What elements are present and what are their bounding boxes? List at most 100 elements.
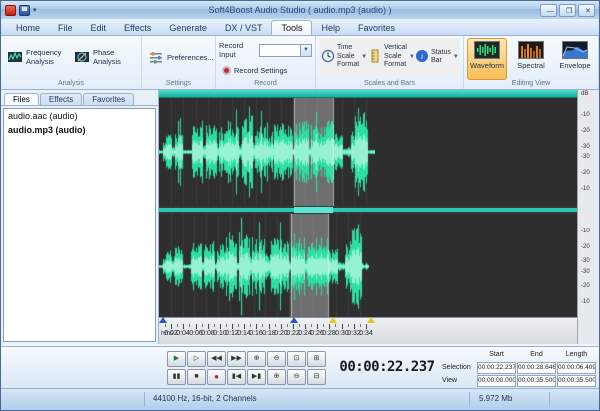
- time-display: 00:00:22.237: [335, 359, 439, 375]
- play-file-button[interactable]: ▷: [187, 351, 206, 367]
- stop-button[interactable]: ■: [187, 369, 206, 385]
- ruler-minor-tick: [262, 324, 263, 327]
- group-label-scales: Scales and Bars: [316, 78, 463, 89]
- envelope-view-icon: [562, 41, 588, 59]
- db-tick-label: -30: [581, 154, 590, 160]
- zoom-in-vertical-button[interactable]: ⊕: [267, 369, 286, 385]
- save-icon[interactable]: [19, 5, 30, 16]
- db-tick-label: -30: [581, 144, 590, 150]
- db-scale: dB-10-20-30-30-20-10-10-20-30-30-20-10: [577, 90, 599, 344]
- db-tick-label: -20: [581, 170, 590, 176]
- selection-start-marker-icon[interactable]: [290, 317, 298, 323]
- preferences-button[interactable]: Preferences...: [145, 38, 212, 76]
- group-label-settings: Settings: [142, 78, 215, 89]
- step-forward-button[interactable]: ▶▶: [227, 351, 246, 367]
- ruler-tick: [244, 324, 245, 329]
- close-button[interactable]: ✕: [578, 4, 595, 17]
- status-bar-button[interactable]: i Status Bar ▼: [413, 38, 460, 76]
- view-end-value[interactable]: 00:00:35.500: [517, 375, 556, 387]
- db-tick-label: -10: [581, 228, 590, 234]
- channel-divider: [159, 206, 577, 214]
- preferences-icon: [148, 49, 164, 65]
- ruler-minor-tick: [238, 324, 239, 327]
- selection-header-end: End: [517, 349, 556, 361]
- quick-access-dropdown-icon[interactable]: ▾: [33, 6, 37, 14]
- selection-start-value[interactable]: 00:00:22.237: [477, 362, 516, 374]
- menu-tab-edit[interactable]: Edit: [82, 21, 116, 35]
- record-input-label: Record Input: [219, 41, 256, 59]
- waveform-channel-1-canvas[interactable]: [159, 98, 375, 206]
- svg-text:i: i: [421, 52, 423, 61]
- time-ruler[interactable]: hms 0:020:040:060:080:100:120:140:160:18…: [159, 317, 577, 344]
- group-label-editing-view: Editing View: [464, 78, 598, 89]
- zoom-out-vertical-button[interactable]: ⊖: [287, 369, 306, 385]
- status-file-size: 5.972 Mb: [479, 394, 512, 403]
- ruler-tick: [354, 324, 355, 329]
- zoom-out-button[interactable]: ⊖: [267, 351, 286, 367]
- spectral-view-button[interactable]: Spectral: [511, 38, 551, 80]
- step-back-button[interactable]: ◀◀: [207, 351, 226, 367]
- sidebar-tab-effects[interactable]: Effects: [40, 93, 82, 105]
- app-window: Soft4Boost Audio Studio ( audio.mp3 (aud…: [0, 0, 600, 411]
- ruler-tick: [220, 324, 221, 329]
- record-button[interactable]: ●: [207, 369, 226, 385]
- pause-button[interactable]: ▮▮: [167, 369, 186, 385]
- ruler-tick: [305, 324, 306, 329]
- ruler-tick-label: 0:28: [322, 330, 336, 337]
- status-separator: [549, 392, 550, 407]
- ruler-minor-tick: [214, 324, 215, 327]
- file-list-item[interactable]: audio.aac (audio): [4, 109, 155, 123]
- menu-tab-help[interactable]: Help: [312, 21, 349, 35]
- spectral-view-label: Spectral: [517, 61, 545, 70]
- record-settings-button[interactable]: Record Settings: [219, 63, 290, 78]
- record-input-select[interactable]: ▼: [259, 44, 312, 57]
- view-length-value[interactable]: 00:00:35.500: [557, 375, 596, 387]
- frequency-analysis-icon: [7, 49, 23, 65]
- envelope-view-button[interactable]: Envelope: [555, 38, 595, 80]
- selection-row-label-view: View: [440, 375, 476, 387]
- sidebar-tab-favorites[interactable]: Favorites: [83, 93, 134, 105]
- menu-tab-effects[interactable]: Effects: [115, 21, 160, 35]
- frequency-analysis-button[interactable]: Frequency Analysis: [4, 38, 71, 76]
- selection-length-value[interactable]: 00:00:06.409: [557, 362, 596, 374]
- clock-icon: [321, 49, 335, 65]
- ribbon-group-scales: Time Scale Format ▼ Vertical Scale Forma…: [316, 36, 464, 89]
- play-button[interactable]: ▶: [167, 351, 186, 367]
- selection-start-marker-icon[interactable]: [159, 317, 167, 323]
- file-list-item[interactable]: audio.mp3 (audio): [4, 123, 155, 137]
- go-start-button[interactable]: ▮◀: [227, 369, 246, 385]
- view-start-value[interactable]: 00:00:00.000: [477, 375, 516, 387]
- ruler-tick: [281, 324, 282, 329]
- phase-analysis-button[interactable]: Phase Analysis: [71, 38, 138, 76]
- time-scale-format-button[interactable]: Time Scale Format ▼: [319, 38, 366, 76]
- db-tick-label: -10: [581, 299, 590, 305]
- selection-end-value[interactable]: 00:00:28.646: [517, 362, 556, 374]
- zoom-in-button[interactable]: ⊕: [247, 351, 266, 367]
- menu-tab-generate[interactable]: Generate: [160, 21, 216, 35]
- status-audio-format: 44100 Hz, 16-bit, 2 Channels: [153, 394, 257, 403]
- maximize-button[interactable]: ❐: [559, 4, 576, 17]
- waveform-channel-2-canvas[interactable]: [159, 214, 369, 319]
- phase-analysis-label: Phase Analysis: [93, 48, 135, 66]
- app-icon[interactable]: [5, 5, 16, 16]
- menu-tab-file[interactable]: File: [49, 21, 82, 35]
- zoom-selection-button[interactable]: ⊡: [287, 351, 306, 367]
- waveform-view-button[interactable]: Waveform: [467, 38, 507, 80]
- selection-end-marker-icon[interactable]: [329, 317, 337, 323]
- db-tick-label: -20: [581, 128, 590, 134]
- sidebar-tab-files[interactable]: Files: [4, 93, 39, 105]
- vertical-scale-format-button[interactable]: Vertical Scale Format ▼: [366, 38, 413, 76]
- ruler-minor-tick: [323, 324, 324, 327]
- zoom-full-button[interactable]: ⊞: [307, 351, 326, 367]
- spectral-view-icon: [518, 41, 544, 59]
- selection-marker-bar[interactable]: [159, 90, 577, 98]
- go-end-button[interactable]: ▶▮: [247, 369, 266, 385]
- menu-tab-tools[interactable]: Tools: [271, 20, 312, 35]
- menu-tab-favorites[interactable]: Favorites: [349, 21, 404, 35]
- minimize-button[interactable]: —: [540, 4, 557, 17]
- ruler-tick: [366, 324, 367, 329]
- zoom-reset-button[interactable]: ⊟: [307, 369, 326, 385]
- selection-end-marker-icon[interactable]: [367, 317, 375, 323]
- menu-tab-home[interactable]: Home: [7, 21, 49, 35]
- menu-tab-dx-vst[interactable]: DX / VST: [216, 21, 272, 35]
